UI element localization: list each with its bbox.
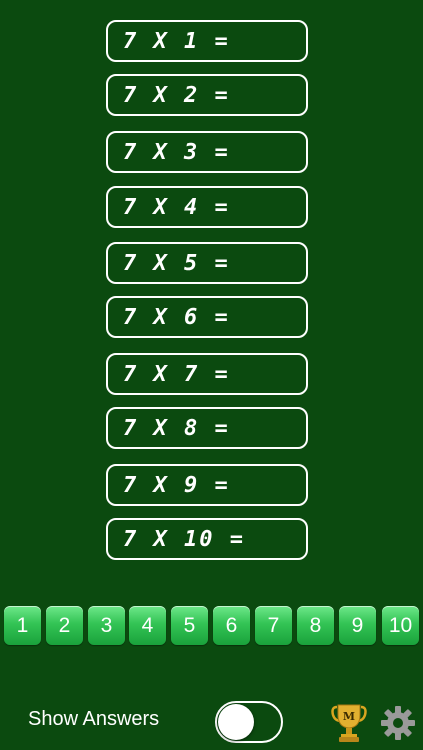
number-button-10[interactable]: 10	[382, 606, 419, 645]
number-button-1[interactable]: 1	[4, 606, 41, 645]
number-button-5[interactable]: 5	[171, 606, 208, 645]
gear-icon[interactable]	[380, 705, 416, 741]
show-answers-toggle[interactable]	[215, 701, 283, 743]
app-screen: 7 X 1 = 7 X 2 = 7 X 3 = 7 X 4 = 7 X 5 = …	[0, 0, 423, 750]
equation-label: 7 X 1 =	[123, 28, 230, 54]
number-button-7[interactable]: 7	[255, 606, 292, 645]
number-selector: 1 2 3 4 5 6 7 8 9 10	[4, 606, 421, 646]
equation-box[interactable]: 7 X 10 =	[106, 518, 308, 560]
trophy-letter: M	[343, 710, 355, 723]
equation-box[interactable]: 7 X 4 =	[106, 186, 308, 228]
equation-box[interactable]: 7 X 3 =	[106, 131, 308, 173]
equation-label: 7 X 9 =	[123, 472, 230, 498]
equation-box[interactable]: 7 X 5 =	[106, 242, 308, 284]
equation-label: 7 X 5 =	[123, 250, 230, 276]
equation-label: 7 X 4 =	[123, 194, 230, 220]
equation-box[interactable]: 7 X 2 =	[106, 74, 308, 116]
trophy-icon[interactable]: M	[331, 703, 367, 743]
number-button-6[interactable]: 6	[213, 606, 250, 645]
number-button-4[interactable]: 4	[129, 606, 166, 645]
number-button-8[interactable]: 8	[297, 606, 334, 645]
toggle-knob	[218, 704, 254, 740]
number-button-2[interactable]: 2	[46, 606, 83, 645]
equation-box[interactable]: 7 X 1 =	[106, 20, 308, 62]
number-button-3[interactable]: 3	[88, 606, 125, 645]
equation-box[interactable]: 7 X 8 =	[106, 407, 308, 449]
equation-box[interactable]: 7 X 9 =	[106, 464, 308, 506]
equation-box[interactable]: 7 X 6 =	[106, 296, 308, 338]
equation-label: 7 X 6 =	[123, 304, 230, 330]
show-answers-label: Show Answers	[28, 708, 160, 730]
equation-label: 7 X 2 =	[123, 82, 230, 108]
equation-box[interactable]: 7 X 7 =	[106, 353, 308, 395]
equation-label: 7 X 3 =	[123, 139, 230, 165]
equation-label: 7 X 10 =	[123, 526, 245, 552]
equation-label: 7 X 8 =	[123, 415, 230, 441]
number-button-9[interactable]: 9	[339, 606, 376, 645]
equation-label: 7 X 7 =	[123, 361, 230, 387]
